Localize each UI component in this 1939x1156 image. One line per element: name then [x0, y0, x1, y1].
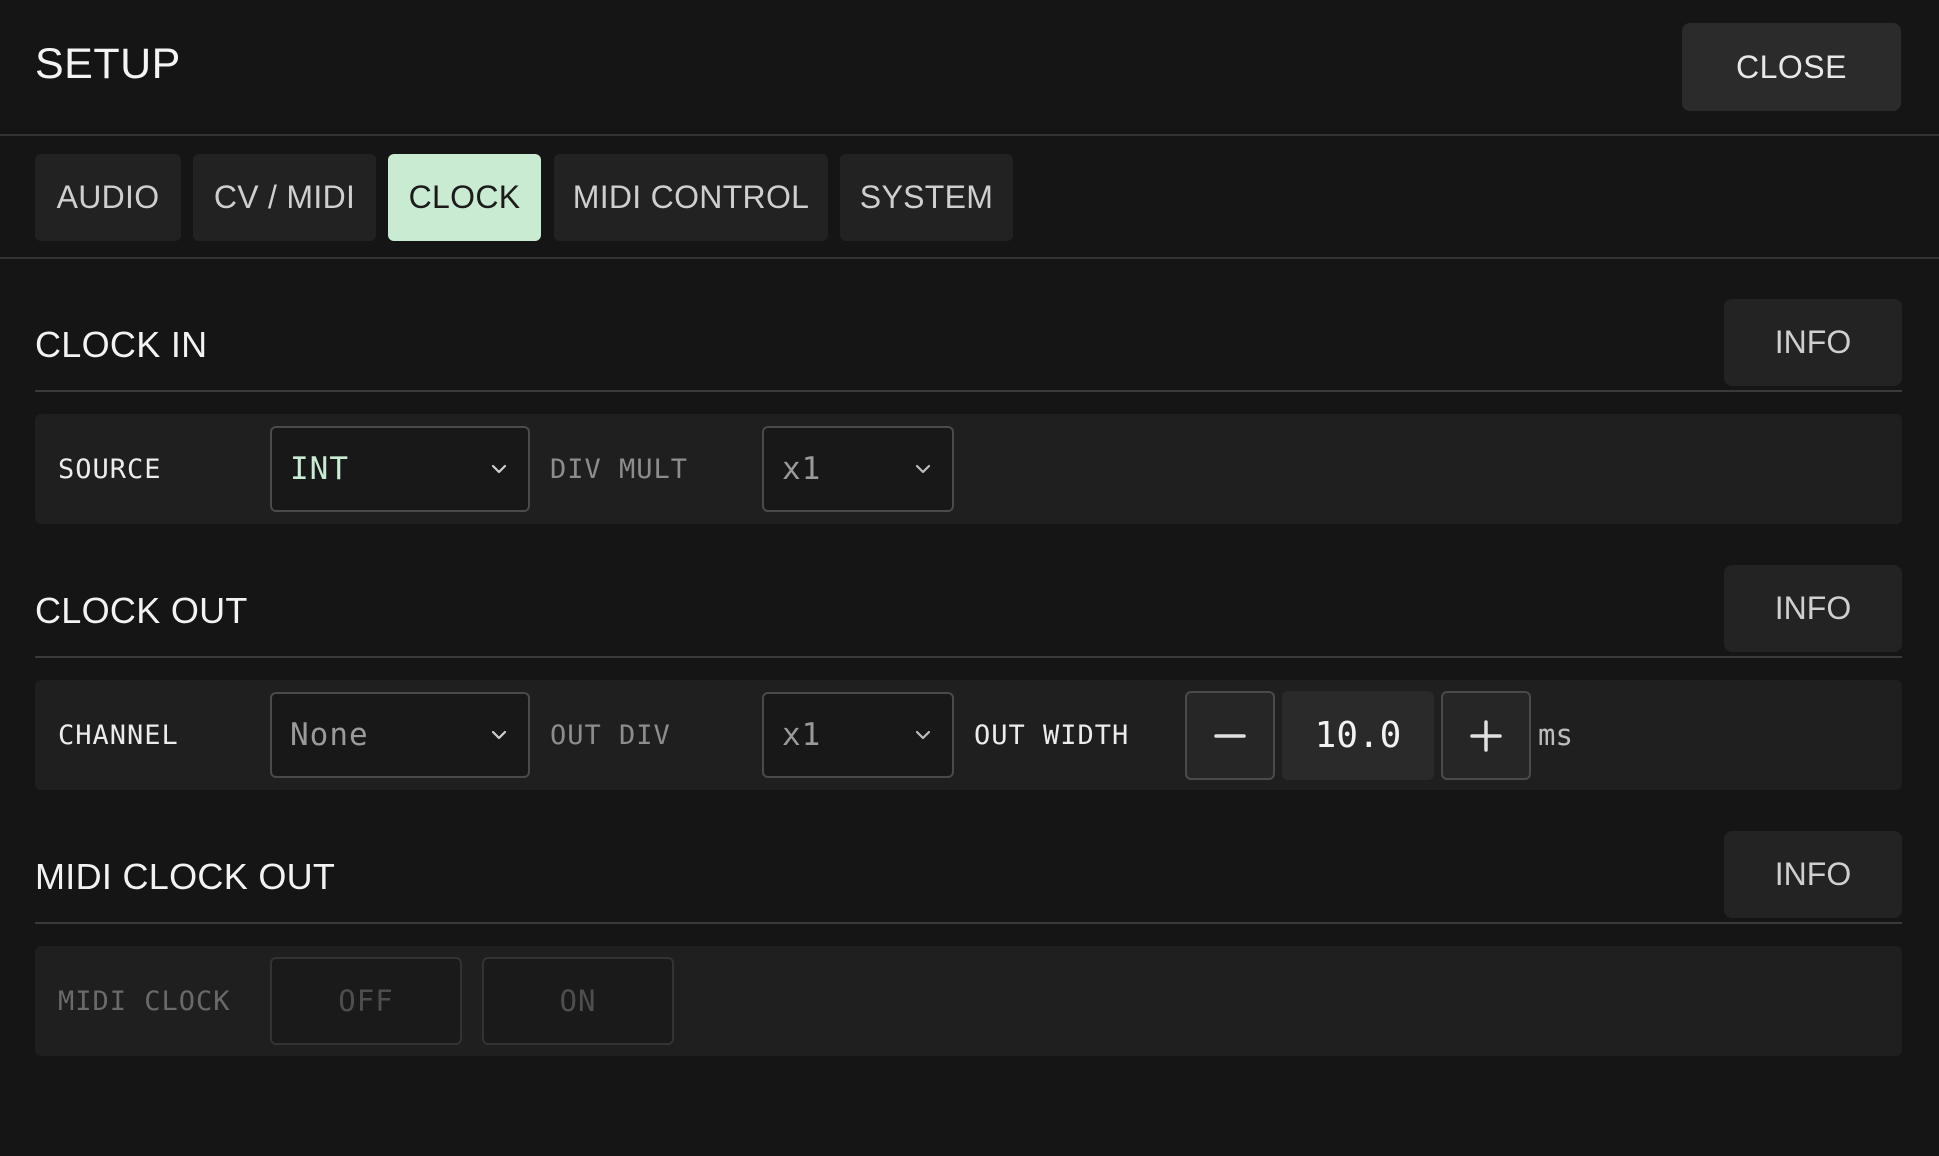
source-value: INT — [290, 451, 349, 487]
clock-in-row: SOURCE INT DIV MULT x1 — [35, 414, 1902, 524]
midi-clock-out-header: MIDI CLOCK OUT INFO — [35, 831, 1902, 924]
chevron-down-icon — [915, 730, 931, 740]
midi-clock-label: MIDI CLOCK — [58, 985, 231, 1017]
out-div-value: x1 — [782, 717, 822, 753]
tab-cv-midi[interactable]: CV / MIDI — [193, 154, 376, 241]
out-width-label: OUT WIDTH — [974, 719, 1130, 751]
midi-clock-out-title: MIDI CLOCK OUT — [35, 856, 336, 897]
clock-out-row: CHANNEL None OUT DIV x1 OUT WIDTH 10.0 m… — [35, 680, 1902, 790]
tab-midi-control[interactable]: MIDI CONTROL — [554, 154, 828, 241]
midi-clock-out-info-button[interactable]: INFO — [1724, 831, 1902, 918]
channel-value: None — [290, 717, 369, 753]
plus-icon — [1470, 719, 1502, 752]
source-label: SOURCE — [58, 453, 162, 485]
chevron-down-icon — [491, 730, 507, 740]
dialog-header: SETUP CLOSE — [0, 0, 1939, 136]
chevron-down-icon — [491, 464, 507, 474]
midi-clock-row: MIDI CLOCK OFF ON — [35, 946, 1902, 1056]
midi-clock-on-button[interactable]: ON — [482, 957, 674, 1045]
midi-clock-off-button[interactable]: OFF — [270, 957, 462, 1045]
clock-out-info-button[interactable]: INFO — [1724, 565, 1902, 652]
tab-bar: AUDIO CV / MIDI CLOCK MIDI CONTROL SYSTE… — [0, 136, 1939, 259]
div-mult-select[interactable]: x1 — [762, 426, 954, 512]
setup-dialog: SETUP CLOSE AUDIO CV / MIDI CLOCK MIDI C… — [0, 0, 1939, 1156]
div-mult-value: x1 — [782, 451, 822, 487]
decrement-button[interactable] — [1185, 691, 1275, 780]
clock-in-title: CLOCK IN — [35, 324, 208, 365]
out-div-label: OUT DIV — [550, 719, 671, 751]
source-select[interactable]: INT — [270, 426, 530, 512]
channel-select[interactable]: None — [270, 692, 530, 778]
div-mult-label: DIV MULT — [550, 453, 689, 485]
out-width-unit: ms — [1538, 718, 1573, 752]
increment-button[interactable] — [1441, 691, 1531, 780]
clock-in-header: CLOCK IN INFO — [35, 299, 1902, 392]
clock-out-header: CLOCK OUT INFO — [35, 565, 1902, 658]
tab-system[interactable]: SYSTEM — [840, 154, 1013, 241]
close-button[interactable]: CLOSE — [1682, 23, 1901, 111]
tab-clock[interactable]: CLOCK — [388, 154, 541, 241]
out-width-value[interactable]: 10.0 — [1282, 691, 1434, 780]
chevron-down-icon — [915, 464, 931, 474]
dialog-title: SETUP — [35, 40, 181, 88]
channel-label: CHANNEL — [58, 719, 179, 751]
clock-in-info-button[interactable]: INFO — [1724, 299, 1902, 386]
tab-audio[interactable]: AUDIO — [35, 154, 181, 241]
minus-icon — [1214, 733, 1246, 738]
out-div-select[interactable]: x1 — [762, 692, 954, 778]
clock-out-title: CLOCK OUT — [35, 590, 248, 631]
